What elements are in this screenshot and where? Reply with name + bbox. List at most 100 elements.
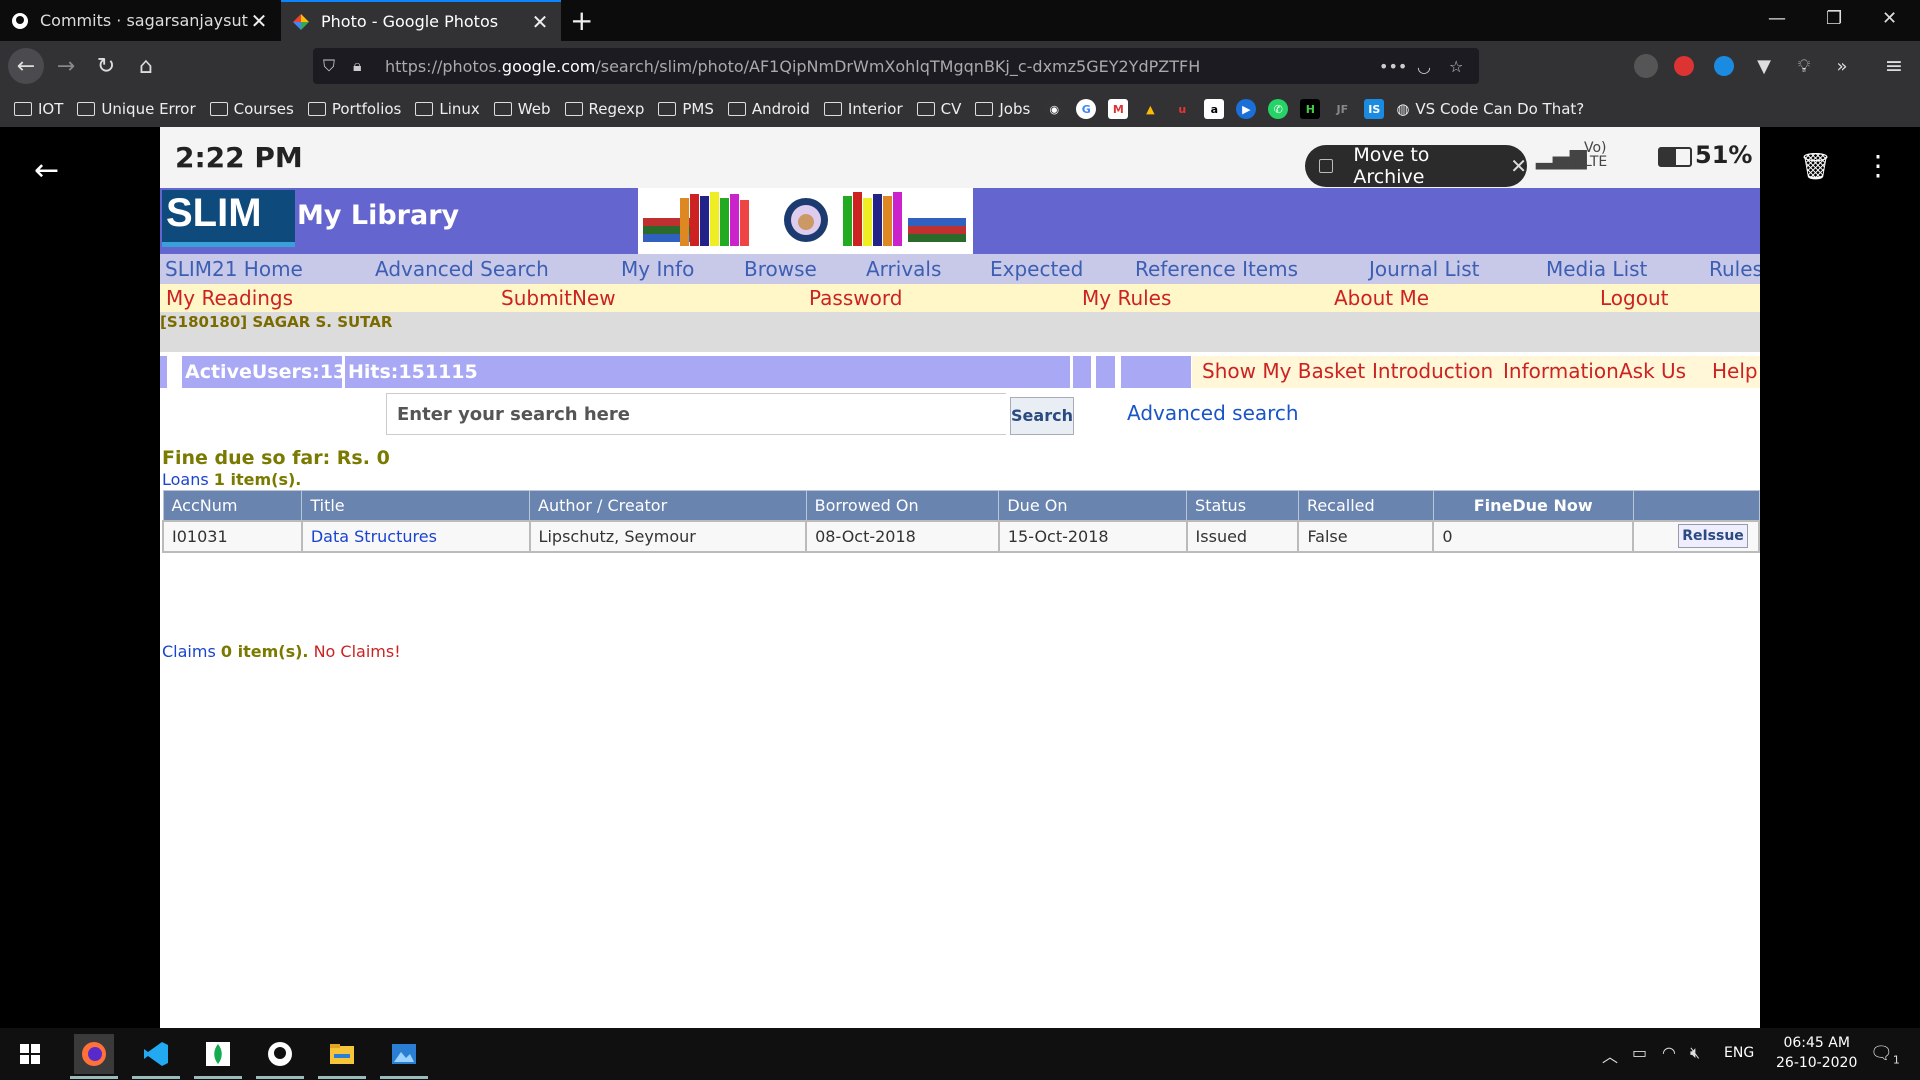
reload-icon[interactable]: ↻	[90, 50, 122, 82]
nav-my-info[interactable]: My Info	[621, 257, 694, 281]
github-desktop-icon[interactable]	[256, 1034, 304, 1079]
archive-toast[interactable]: Move to Archive ✕	[1305, 144, 1527, 188]
extension-d-icon[interactable]	[1674, 56, 1694, 76]
bookmark-jf-icon[interactable]: JF	[1332, 99, 1352, 119]
bookmark-github-icon[interactable]: ◉	[1044, 99, 1065, 119]
bookmark-folder-pms[interactable]: PMS	[658, 100, 714, 118]
close-tab-icon[interactable]: ✕	[529, 10, 551, 34]
bookmark-gmail-icon[interactable]: M	[1108, 99, 1129, 119]
loans-link[interactable]: Loans	[162, 470, 209, 489]
cell-due-on: 15-Oct-2018	[997, 519, 1188, 553]
bookmark-folder-portfolios[interactable]: Portfolios	[307, 100, 401, 118]
phone-screenshot: 2:22 PM ▂▄▆ Vo) LTE 51% Move to Archive …	[160, 127, 1760, 1028]
nav-slim21-home[interactable]: SLIM21 Home	[165, 257, 303, 281]
bookmark-folder-web[interactable]: Web	[493, 100, 551, 118]
search-input[interactable]	[386, 393, 1006, 435]
bookmark-folder-regexp[interactable]: Regexp	[564, 100, 644, 118]
nav-reference-items[interactable]: Reference Items	[1135, 257, 1298, 281]
link-ask-us[interactable]: Ask Us	[1619, 359, 1686, 383]
link-help[interactable]: Help	[1712, 359, 1758, 383]
minimize-icon[interactable]: —	[1768, 8, 1786, 29]
bookmark-folder-linux[interactable]: Linux	[415, 100, 480, 118]
link-show-my-basket[interactable]: Show My Basket	[1202, 359, 1365, 383]
nav-about-me[interactable]: About Me	[1334, 286, 1429, 310]
extension-infinity-icon[interactable]	[1714, 56, 1734, 76]
nav-rules[interactable]: Rules	[1709, 257, 1760, 281]
windows-start-icon[interactable]	[10, 1034, 50, 1074]
signal-icon: ▂▄▆	[1536, 145, 1587, 170]
extension-v-icon[interactable]: ▼	[1748, 50, 1780, 82]
nav-logout[interactable]: Logout	[1600, 286, 1668, 310]
new-tab-icon[interactable]: +	[570, 4, 593, 37]
nav-password[interactable]: Password	[809, 286, 902, 310]
page-actions-icon[interactable]: •••	[1379, 57, 1407, 76]
notification-icon[interactable]: 🗨︎1	[1870, 1043, 1900, 1067]
bookmark-folder-courses[interactable]: Courses	[209, 100, 294, 118]
bookmark-amazon-icon[interactable]: a	[1204, 99, 1225, 119]
tab-google-photos[interactable]: Photo - Google Photos ✕	[281, 0, 561, 41]
nav-my-readings[interactable]: My Readings	[166, 286, 293, 310]
bookmark-folder-unique-error[interactable]: Unique Error	[77, 100, 196, 118]
nav-advanced-search[interactable]: Advanced Search	[375, 257, 549, 281]
tray-chevron-icon[interactable]: ︿	[1602, 1043, 1618, 1067]
photos-app-icon[interactable]	[380, 1034, 428, 1079]
mute-icon[interactable]: 🔇︎	[1690, 1043, 1700, 1063]
bookmark-drive-icon[interactable]: ▲	[1140, 99, 1160, 119]
close-tab-icon[interactable]: ✕	[248, 9, 270, 33]
home-icon[interactable]: ⌂	[130, 50, 162, 82]
reissue-button[interactable]: ReIssue	[1678, 524, 1748, 548]
nav-arrivals[interactable]: Arrivals	[866, 257, 941, 281]
link-introduction[interactable]: Introduction	[1372, 359, 1493, 383]
mongodb-icon[interactable]	[194, 1034, 242, 1079]
bookmark-star-icon[interactable]: ☆	[1449, 57, 1463, 76]
hamburger-menu-icon[interactable]: ≡	[1878, 50, 1910, 82]
bookmark-is-icon[interactable]: IS	[1364, 99, 1385, 119]
back-icon[interactable]: ←	[8, 48, 44, 84]
close-window-icon[interactable]: ✕	[1882, 8, 1897, 29]
bookmark-hackerrank-icon[interactable]: H	[1300, 99, 1321, 119]
tab-github-commits[interactable]: Commits · sagarsanjaysutar/lib ✕	[0, 0, 280, 41]
table-row: I01031 Data Structures Lipschutz, Seymou…	[162, 519, 1760, 553]
more-options-icon[interactable]: ⋮	[1864, 149, 1892, 182]
bookmark-play-icon[interactable]: ▶	[1236, 99, 1257, 119]
nav-browse[interactable]: Browse	[744, 257, 817, 281]
bookmark-u-icon[interactable]: u	[1172, 99, 1192, 119]
language-indicator[interactable]: ENG	[1724, 1045, 1754, 1061]
overflow-extensions-icon[interactable]: »	[1826, 50, 1858, 82]
bookmark-google-icon[interactable]: G	[1076, 99, 1097, 119]
restore-icon[interactable]: ❐	[1826, 8, 1842, 29]
nav-journal-list[interactable]: Journal List	[1369, 257, 1480, 281]
hit-count: Hits:151115	[345, 356, 1070, 388]
link-information[interactable]: Information	[1503, 359, 1619, 383]
forward-icon[interactable]: →	[50, 50, 82, 82]
bookmark-vscode-link[interactable]: ◍ VS Code Can Do That?	[1396, 100, 1584, 118]
vscode-icon[interactable]	[132, 1034, 180, 1079]
nav-submit-new[interactable]: SubmitNew	[501, 286, 616, 310]
firefox-icon[interactable]	[70, 1034, 118, 1079]
bookmark-whatsapp-icon[interactable]: ✆	[1268, 99, 1289, 119]
taskbar-clock[interactable]: 06:45 AM 26-10-2020	[1776, 1033, 1857, 1073]
back-arrow-icon[interactable]: ←	[34, 153, 59, 188]
close-icon[interactable]: ✕	[1510, 154, 1527, 178]
trash-icon[interactable]: 🗑︎	[1799, 152, 1832, 182]
nav-my-rules[interactable]: My Rules	[1082, 286, 1171, 310]
bookmark-folder-android[interactable]: Android	[727, 100, 810, 118]
claims-link[interactable]: Claims	[162, 642, 216, 661]
extension-bulb-icon[interactable]: 💡︎	[1788, 50, 1820, 82]
extension-avatar-icon[interactable]	[1634, 54, 1658, 78]
bookmark-folder-jobs[interactable]: Jobs	[975, 100, 1030, 118]
search-button[interactable]: Search	[1010, 397, 1074, 435]
advanced-search-link[interactable]: Advanced search	[1127, 401, 1299, 425]
pocket-icon[interactable]: ◡	[1417, 57, 1431, 76]
bookmark-folder-iot[interactable]: IOT	[14, 100, 63, 118]
bookmark-folder-cv[interactable]: CV	[916, 100, 961, 118]
battery-tray-icon[interactable]: ▭	[1632, 1043, 1647, 1062]
nav-media-list[interactable]: Media List	[1546, 257, 1647, 281]
url-bar[interactable]: ⛉ 🔒︎ https://photos.google.com/search/sl…	[313, 48, 1479, 84]
cell-title-link[interactable]: Data Structures	[300, 519, 531, 553]
url-text: https://photos.google.com/search/slim/ph…	[385, 56, 1201, 76]
nav-expected[interactable]: Expected	[990, 257, 1083, 281]
file-explorer-icon[interactable]	[318, 1034, 366, 1079]
wifi-icon[interactable]: ◠	[1662, 1043, 1676, 1062]
bookmark-folder-interior[interactable]: Interior	[823, 100, 903, 118]
